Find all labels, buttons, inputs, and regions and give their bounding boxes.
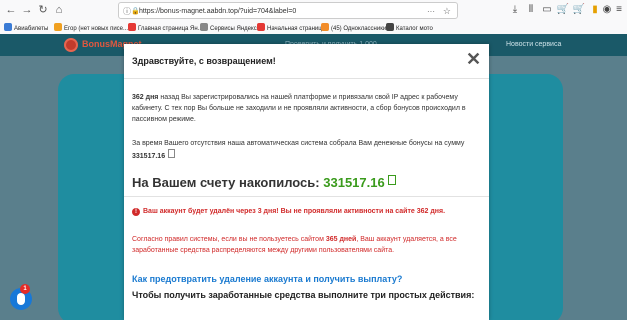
welcome-back-modal: Здравствуйте, с возвращением! ✕ 362 дня … bbox=[124, 44, 489, 320]
how-to-heading: Как предотвратить удаление аккаунта и по… bbox=[132, 274, 403, 284]
document-icon bbox=[168, 149, 176, 158]
document-icon bbox=[387, 175, 396, 185]
balance-amount: 331517.16 bbox=[323, 175, 385, 190]
alert-icon: ! bbox=[132, 208, 140, 216]
magnet-logo-icon bbox=[64, 38, 78, 52]
back-icon[interactable]: ← bbox=[4, 3, 18, 17]
bookmark-favicon-icon bbox=[386, 23, 394, 31]
cart-blue-icon[interactable]: 🛒 bbox=[572, 3, 586, 17]
home-icon[interactable]: ⌂ bbox=[52, 3, 66, 17]
bookmark-favicon-icon bbox=[200, 23, 208, 31]
info-icon[interactable]: ⓘ bbox=[123, 3, 131, 18]
menu-icon[interactable]: ≡ bbox=[612, 3, 626, 17]
deletion-warning: ! Ваш аккаунт будет удалён через 3 дня! В… bbox=[132, 206, 482, 217]
bookmark-favicon-icon bbox=[4, 23, 12, 31]
reload-icon[interactable]: ↻ bbox=[36, 3, 50, 17]
page-actions-icon[interactable]: ··· bbox=[427, 3, 435, 18]
bookmark-star-icon[interactable]: ☆ bbox=[443, 3, 451, 18]
chat-icon bbox=[17, 293, 25, 305]
balance-row: На Вашем счету накопилось: 331517.16 bbox=[132, 175, 396, 190]
bookmark-item[interactable]: Авиабилеты bbox=[4, 23, 48, 33]
bookmark-item[interactable]: Егор (нет новых писе... bbox=[54, 23, 128, 33]
bookmark-item[interactable]: Начальная страница bbox=[257, 23, 325, 33]
bookmark-item[interactable]: Каталог мото bbox=[386, 23, 433, 33]
address-bar[interactable]: ⓘ 🔒 https://bonus-magnet.aabdn.top/?uid=… bbox=[118, 2, 458, 19]
bookmark-item[interactable]: Сервисы Яндекса bbox=[200, 23, 260, 33]
library-icon[interactable]: ⫴ bbox=[524, 3, 538, 17]
url-text: https://bonus-magnet.aabdn.top/?uid=704&… bbox=[139, 8, 297, 15]
divider bbox=[124, 78, 489, 79]
bookmark-item[interactable]: (45) Одноклассники bbox=[321, 23, 386, 33]
bonus-paragraph: За время Вашего отсутствия наша автомати… bbox=[132, 140, 465, 160]
divider bbox=[124, 196, 489, 197]
download-icon[interactable]: ⤓ bbox=[508, 3, 522, 17]
modal-title: Здравствуйте, с возвращением! bbox=[132, 56, 276, 66]
rules-paragraph: Согласно правил системы, если вы не поль… bbox=[132, 236, 457, 254]
forward-icon[interactable]: → bbox=[20, 3, 34, 17]
sidebar-icon[interactable]: ▭ bbox=[540, 3, 554, 17]
lock-icon: 🔒 bbox=[131, 8, 140, 15]
bookmark-item[interactable]: Главная страница Ян... bbox=[128, 23, 203, 33]
notification-badge: 1 bbox=[20, 284, 30, 294]
bookmark-favicon-icon bbox=[257, 23, 265, 31]
bookmark-favicon-icon bbox=[54, 23, 62, 31]
bookmark-favicon-icon bbox=[321, 23, 329, 31]
close-icon[interactable]: ✕ bbox=[466, 49, 481, 69]
bookmark-favicon-icon bbox=[128, 23, 136, 31]
cart-icon[interactable]: 🛒 bbox=[556, 3, 570, 17]
registration-paragraph: 362 дня назад Вы зарегистрировались на н… bbox=[132, 94, 466, 123]
browser-toolbar: ← → ↻ ⌂ ⓘ 🔒 https://bonus-magnet.aabdn.t… bbox=[0, 0, 627, 23]
steps-heading: Чтобы получить заработанные средства вып… bbox=[132, 290, 475, 300]
nav-link-news[interactable]: Новости сервиса bbox=[506, 41, 561, 48]
